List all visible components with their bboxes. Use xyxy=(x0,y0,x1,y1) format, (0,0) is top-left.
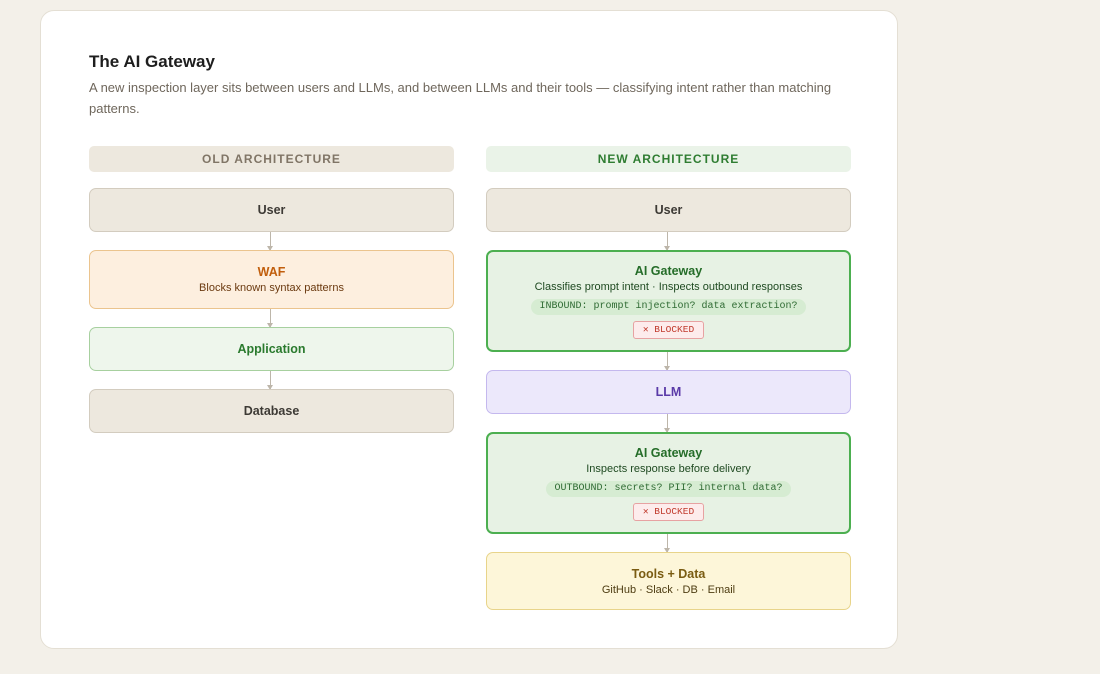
database-node: Database xyxy=(89,389,454,433)
database-label: Database xyxy=(243,404,300,418)
outbound-blocked-badge: ✕ BLOCKED xyxy=(632,502,705,521)
arrow-application-to-database xyxy=(267,371,273,390)
page-title: The AI Gateway xyxy=(89,52,215,71)
inbound-check-pill: INBOUND: prompt injection? data extracti… xyxy=(531,298,806,315)
ai-gateway-outbound-node: AI Gateway Inspects response before deli… xyxy=(486,432,851,534)
application-node: Application xyxy=(89,327,454,371)
application-label: Application xyxy=(237,342,306,356)
arrow-gateway-to-llm xyxy=(664,352,670,371)
arrow-user-to-waf xyxy=(267,232,273,251)
content-card: The AI Gateway A new inspection layer si… xyxy=(40,10,898,649)
waf-label: WAF xyxy=(257,265,286,279)
waf-node: WAF Blocks known syntax patterns xyxy=(89,250,454,309)
arrow-waf-to-application xyxy=(267,309,273,328)
arrow-user-to-gateway xyxy=(664,232,670,251)
page-subtitle: A new inspection layer sits between user… xyxy=(89,80,832,116)
new-user-node: User xyxy=(486,188,851,232)
outbound-check-pill: OUTBOUND: secrets? PII? internal data? xyxy=(546,480,791,497)
old-user-label: User xyxy=(257,203,286,217)
arrow-gateway-to-tools xyxy=(664,534,670,553)
tools-data-description: GitHub · Slack · DB · Email xyxy=(601,583,736,596)
ai-gateway-inbound-node: AI Gateway Classifies prompt intent · In… xyxy=(486,250,851,352)
ai-gateway-inbound-description: Classifies prompt intent · Inspects outb… xyxy=(534,280,803,293)
new-user-label: User xyxy=(654,203,683,217)
old-architecture-header: OLD ARCHITECTURE xyxy=(89,146,454,172)
old-architecture-column: OLD ARCHITECTURE User WAF Blocks known s… xyxy=(89,146,454,433)
inbound-blocked-badge: ✕ BLOCKED xyxy=(632,320,705,339)
ai-gateway-outbound-label: AI Gateway xyxy=(634,445,703,460)
llm-label: LLM xyxy=(655,385,682,399)
waf-description: Blocks known syntax patterns xyxy=(199,282,344,294)
new-architecture-column: NEW ARCHITECTURE User AI Gateway Classif… xyxy=(486,146,851,610)
new-architecture-header: NEW ARCHITECTURE xyxy=(486,146,851,172)
tools-data-node: Tools + Data GitHub · Slack · DB · Email xyxy=(486,552,851,610)
ai-gateway-inbound-label: AI Gateway xyxy=(634,263,703,278)
ai-gateway-outbound-description: Inspects response before delivery xyxy=(586,462,751,475)
old-user-node: User xyxy=(89,188,454,232)
llm-node: LLM xyxy=(486,370,851,414)
arrow-llm-to-gateway xyxy=(664,414,670,433)
tools-data-label: Tools + Data xyxy=(631,566,706,581)
